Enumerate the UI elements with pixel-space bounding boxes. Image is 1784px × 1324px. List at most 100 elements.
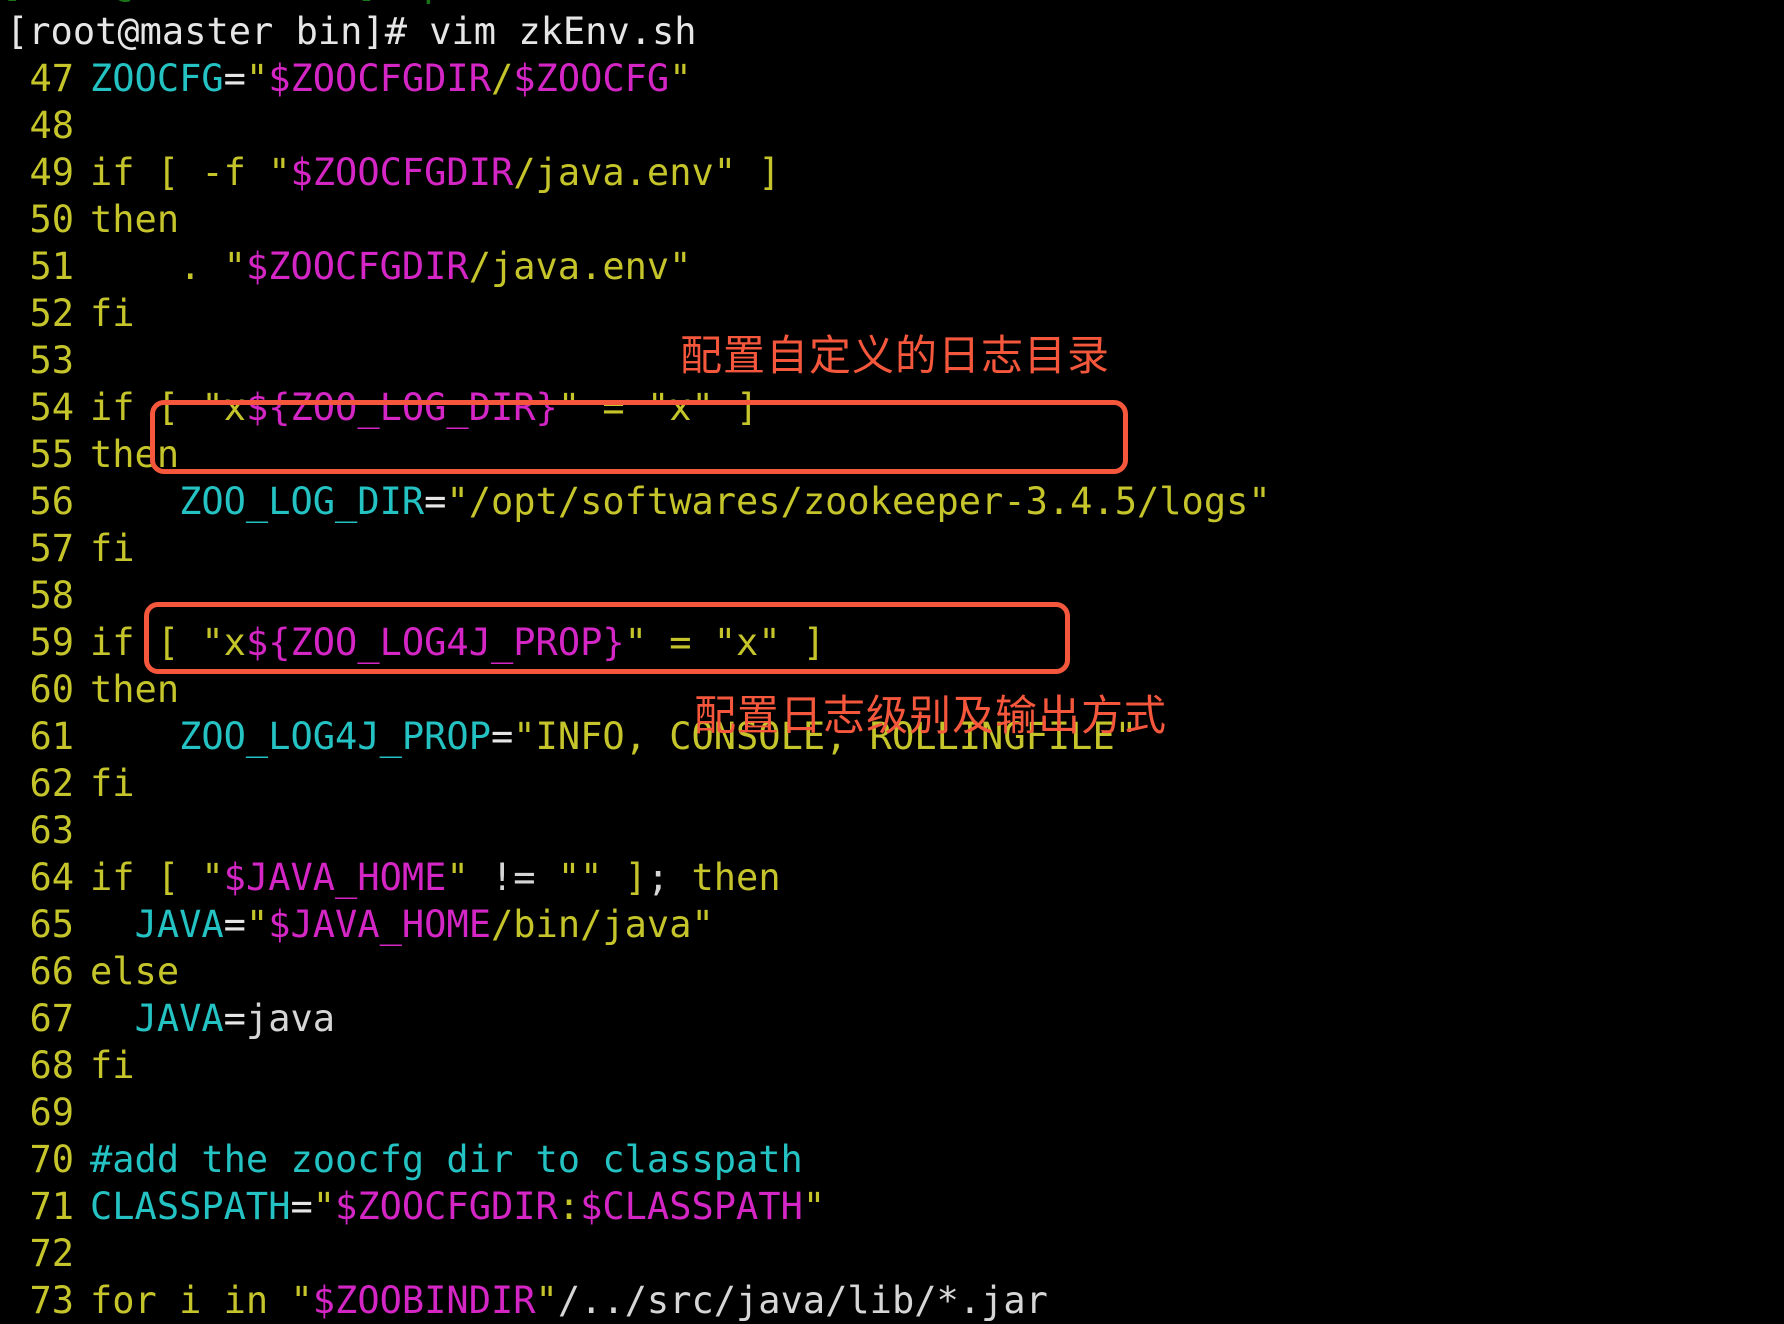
line-number: 60: [29, 668, 74, 711]
code-token: ;: [646, 856, 670, 899]
code-token: JAVA: [134, 997, 224, 1040]
code-token: if [: [90, 386, 202, 429]
code-token: =: [223, 57, 246, 100]
code-token: $ZOOCFGDIR: [335, 1185, 558, 1228]
code-line[interactable]: 68 fi: [0, 1042, 1784, 1089]
code-token: then: [669, 856, 781, 899]
code-token: ": [290, 1279, 313, 1322]
code-line[interactable]: 51 . "$ZOOCFGDIR/java.env": [0, 243, 1784, 290]
line-number: 58: [29, 574, 74, 617]
code-line[interactable]: 56 ZOO_LOG_DIR="/opt/softwares/zookeeper…: [0, 478, 1784, 525]
line-number: 49: [29, 151, 74, 194]
shell-prompt-line: [root@master bin]# vim zkEnv.sh: [6, 10, 697, 53]
code-token: else: [90, 950, 180, 993]
code-token: "x: [201, 621, 246, 664]
code-line[interactable]: 67 JAVA=java: [0, 995, 1784, 1042]
code-token: ]: [780, 621, 826, 664]
line-number: 61: [29, 715, 74, 758]
code-token: /java.env": [513, 151, 737, 194]
code-token: =: [223, 997, 246, 1040]
code-token: for i in: [90, 1279, 291, 1322]
code-token: ]: [736, 151, 781, 194]
line-number: 65: [29, 903, 74, 946]
code-token: fi: [90, 1044, 135, 1087]
annotation-text-log4j: 配置日志级别及输出方式: [694, 691, 1168, 740]
code-token: "x": [646, 386, 714, 429]
code-token: $ZOOCFG: [513, 57, 670, 100]
code-line[interactable]: 47 ZOOCFG="$ZOOCFGDIR/$ZOOCFG": [0, 55, 1784, 102]
code-line[interactable]: 59 if [ "x${ZOO_LOG4J_PROP}" = "x" ]: [0, 619, 1784, 666]
code-token: /bin/java": [491, 903, 714, 946]
code-line[interactable]: 48: [0, 102, 1784, 149]
code-token: "/opt/softwares/zookeeper-3.4.5/logs": [446, 480, 1271, 523]
code-line[interactable]: 66 else: [0, 948, 1784, 995]
code-token: ": [446, 856, 469, 899]
code-token: fi: [90, 527, 135, 570]
code-token: ]: [713, 386, 759, 429]
code-line[interactable]: 70 #add the zoocfg dir to classpath: [0, 1136, 1784, 1183]
code-token: ${ZOO_LOG_DIR}: [245, 386, 558, 429]
code-token: ": [669, 57, 692, 100]
code-token: ": [201, 856, 224, 899]
line-number: 54: [29, 386, 74, 429]
code-token: fi: [90, 292, 135, 335]
terminal-window[interactable]: [root@master bin]# pwd [root@master bin]…: [0, 0, 1784, 1322]
code-line[interactable]: 65 JAVA="$JAVA_HOME/bin/java": [0, 901, 1784, 948]
code-line[interactable]: 52 fi: [0, 290, 1784, 337]
code-token: $JAVA_HOME: [268, 903, 491, 946]
line-number: 51: [29, 245, 74, 288]
code-token: ": [535, 1279, 558, 1322]
code-token: "": [557, 856, 603, 899]
vim-buffer[interactable]: 47 ZOOCFG="$ZOOCFGDIR/$ZOOCFG" 48 49 if [ -f…: [0, 55, 1784, 1324]
line-number: 52: [29, 292, 74, 335]
code-line[interactable]: 69: [0, 1089, 1784, 1136]
code-line[interactable]: 55 then: [0, 431, 1784, 478]
code-token: !=: [468, 856, 558, 899]
code-token: $ZOOCFGDIR: [290, 151, 514, 194]
line-number: 62: [29, 762, 74, 805]
code-token: $ZOOBINDIR: [312, 1279, 536, 1322]
code-token: ": [245, 57, 269, 100]
code-token: "x": [713, 621, 781, 664]
code-token: if [ -f: [90, 151, 269, 194]
code-line[interactable]: 72: [0, 1230, 1784, 1277]
code-token: if [: [90, 621, 202, 664]
code-token: ZOO_LOG_DIR: [179, 480, 425, 523]
code-token: /../src/java/lib/*.jar: [557, 1279, 1048, 1322]
code-line[interactable]: 64 if [ "$JAVA_HOME" != "" ]; then: [0, 854, 1784, 901]
code-line[interactable]: 50 then: [0, 196, 1784, 243]
code-line[interactable]: 58: [0, 572, 1784, 619]
code-token: :: [557, 1185, 581, 1228]
code-token: $CLASSPATH: [580, 1185, 803, 1228]
code-token: CLASSPATH: [90, 1185, 291, 1228]
code-token: =: [290, 1185, 313, 1228]
code-token: ": [312, 1185, 336, 1228]
code-line[interactable]: 49 if [ -f "$ZOOCFGDIR/java.env" ]: [0, 149, 1784, 196]
code-line[interactable]: 57 fi: [0, 525, 1784, 572]
line-number: 48: [29, 104, 74, 147]
code-line[interactable]: 62 fi: [0, 760, 1784, 807]
code-line[interactable]: 54 if [ "x${ZOO_LOG_DIR}" = "x" ]: [0, 384, 1784, 431]
line-number: 72: [29, 1232, 74, 1275]
line-number: 56: [29, 480, 74, 523]
code-token: $ZOOCFGDIR: [268, 57, 491, 100]
previous-prompt-line: [root@master bin]# pwd: [0, 0, 1784, 7]
code-line[interactable]: 71 CLASSPATH="$ZOOCFGDIR:$CLASSPATH": [0, 1183, 1784, 1230]
line-number: 68: [29, 1044, 74, 1087]
code-token: ZOOCFG: [90, 57, 224, 100]
code-token: =: [223, 903, 246, 946]
code-line[interactable]: 73 for i in "$ZOOBINDIR"/../src/java/lib/…: [0, 1277, 1784, 1324]
annotation-text-log-dir: 配置自定义的日志目录: [680, 331, 1111, 380]
code-token: =: [646, 621, 714, 664]
code-token: ": [245, 903, 269, 946]
code-token: =: [580, 386, 647, 429]
line-number: 73: [29, 1279, 74, 1322]
code-token: then: [90, 433, 180, 476]
code-token: ": [268, 151, 291, 194]
code-line[interactable]: 63: [0, 807, 1784, 854]
code-token: ": [802, 1185, 826, 1228]
code-token: =: [490, 715, 514, 758]
